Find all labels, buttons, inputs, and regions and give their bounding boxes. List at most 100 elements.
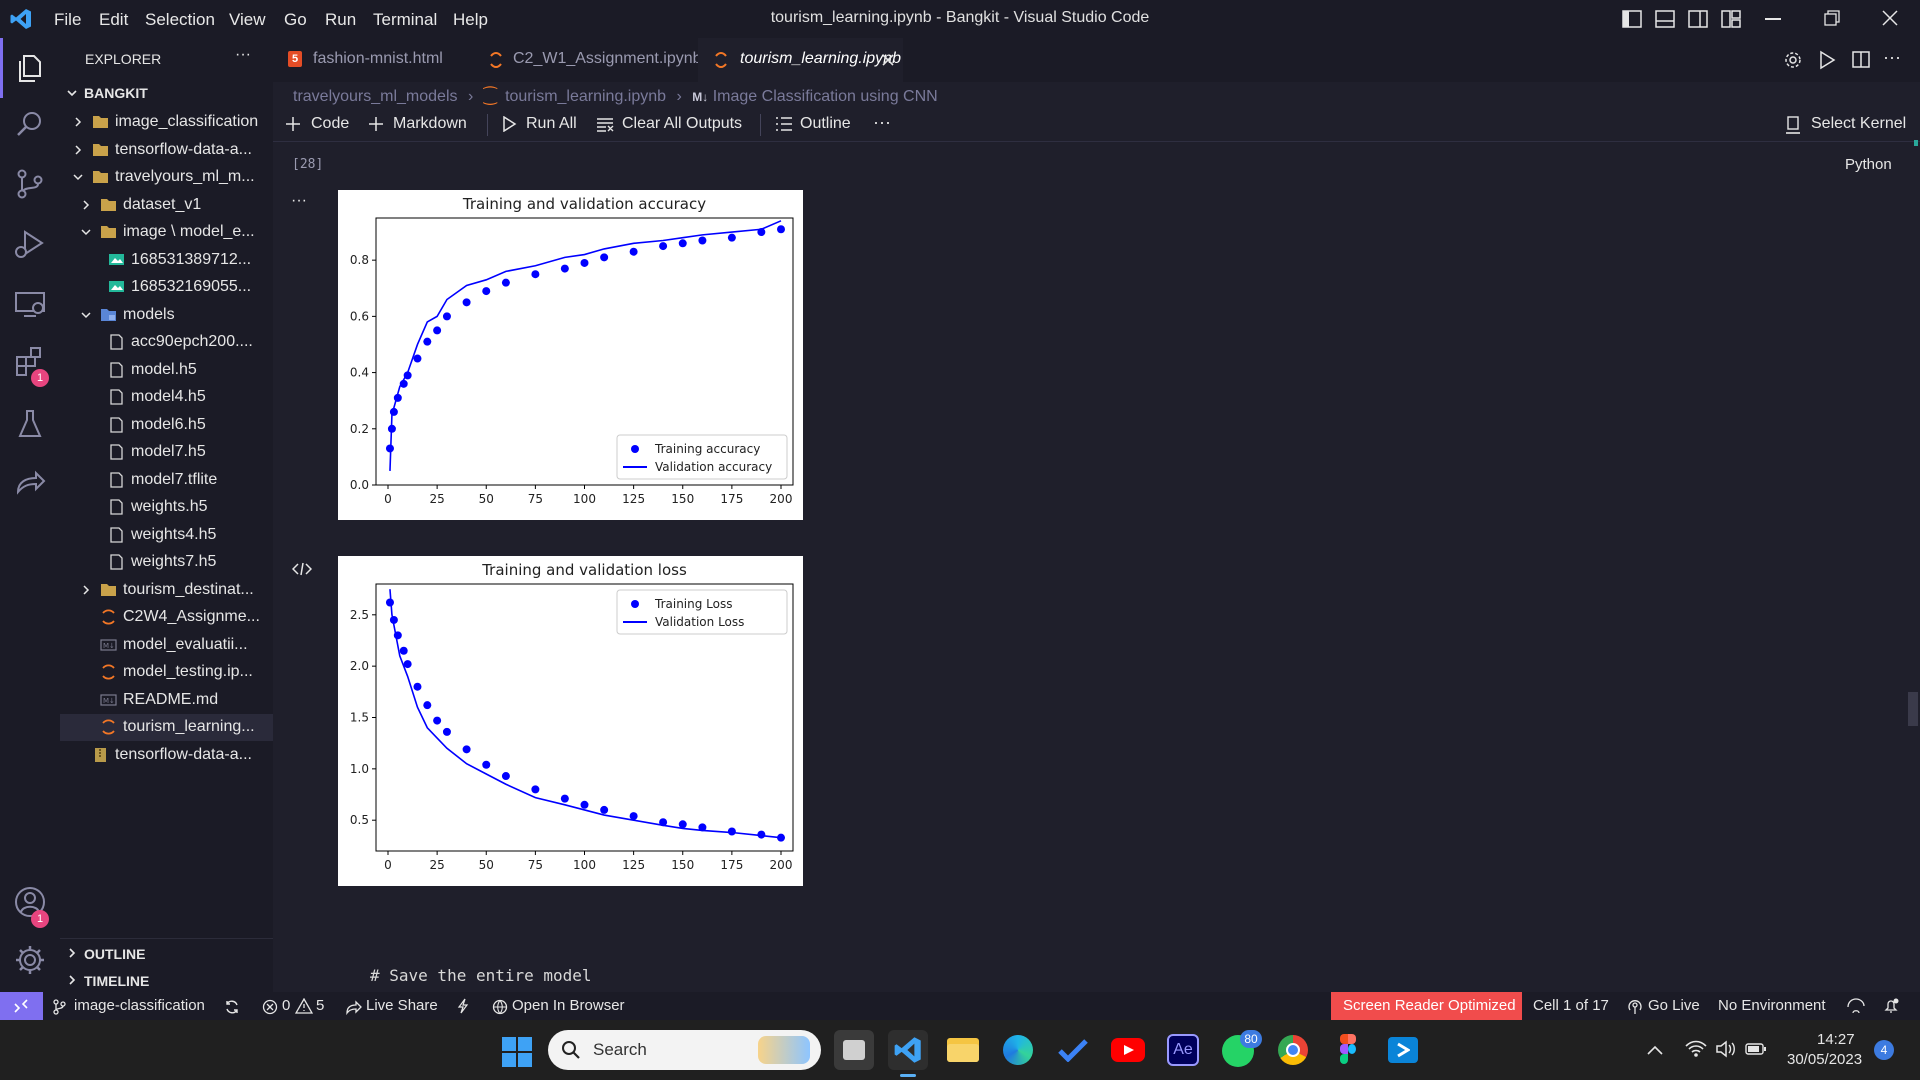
chevron-down-icon[interactable] [80,309,92,321]
breadcrumb-file[interactable]: tourism_learning.ipynb [505,88,666,105]
warning-count[interactable]: 5 [316,997,324,1014]
clock-date[interactable]: 30/05/2023 [1787,1051,1862,1068]
tree-item[interactable]: C2W4_Assignme... [60,604,273,631]
branch-name[interactable]: image-classification [74,997,205,1014]
code-output-icon[interactable] [292,561,312,577]
tree-item[interactable]: image_classification [60,109,273,136]
whatsapp-icon[interactable]: 80 [1218,1030,1262,1070]
tree-item[interactable]: 168532169055... [60,274,273,301]
chevron-down-icon[interactable] [80,226,92,238]
screen-reader-mode[interactable]: Screen Reader Optimized [1331,992,1522,1020]
tree-item[interactable]: model4.h5 [60,384,273,411]
sync-icon[interactable] [224,999,240,1015]
tree-item[interactable]: model6.h5 [60,412,273,439]
outline-section[interactable]: OUTLINE [60,942,273,964]
tree-item[interactable]: model7.h5 [60,439,273,466]
show-hidden-icons-icon[interactable] [1647,1045,1663,1055]
output-more-icon[interactable]: ··· [291,192,307,210]
tree-item[interactable]: travelyours_ml_m... [60,164,273,191]
remote-desktop-icon[interactable] [1383,1030,1423,1070]
testing-icon[interactable] [12,406,48,442]
tree-item[interactable]: 168531389712... [60,247,273,274]
settings-gear-icon[interactable] [12,942,48,978]
error-count[interactable]: 0 [282,997,290,1014]
close-window-icon[interactable] [1882,10,1898,26]
cell-language[interactable]: Python [1845,156,1892,173]
go-live-button[interactable]: Go Live [1648,997,1700,1014]
files-icon[interactable] [12,50,48,86]
youtube-icon[interactable] [1108,1030,1148,1070]
live-share-icon[interactable] [12,466,48,502]
battery-icon[interactable] [1745,1041,1767,1057]
tree-item[interactable]: M↓ README.md [60,687,273,714]
breadcrumb-folder[interactable]: travelyours_ml_models [293,88,458,105]
toggle-secondary-sidebar-icon[interactable] [1688,10,1708,28]
tree-item[interactable]: model7.tflite [60,467,273,494]
chevron-right-icon[interactable] [80,199,92,211]
notifications-bell-icon[interactable] [1883,998,1899,1014]
scrollbar-thumb[interactable] [1908,692,1918,726]
task-view-icon[interactable] [834,1030,874,1070]
workspace-root[interactable]: BANGKIT [60,82,273,104]
customize-layout-icon[interactable] [1721,10,1741,28]
feedback-icon[interactable] [1847,998,1865,1014]
tree-item[interactable]: models [60,302,273,329]
tree-item[interactable]: tensorflow-data-a... [60,137,273,164]
todo-icon[interactable] [1053,1030,1093,1070]
more-actions-icon[interactable]: ··· [1883,47,1901,68]
open-in-browser-button[interactable]: Open In Browser [512,997,625,1014]
edge-icon[interactable] [998,1030,1038,1070]
toolbar-more-icon[interactable]: ··· [873,112,891,133]
start-icon[interactable] [502,1037,532,1067]
chevron-right-icon[interactable] [72,144,84,156]
run-icon[interactable] [1818,50,1836,70]
tree-item[interactable]: image \ model_e... [60,219,273,246]
tree-item[interactable]: weights7.h5 [60,549,273,576]
chevron-right-icon[interactable] [72,116,84,128]
tree-item[interactable]: dataset_v1 [60,192,273,219]
tree-item[interactable]: model.h5 [60,357,273,384]
tree-item[interactable]: weights4.h5 [60,522,273,549]
taskbar-search-box[interactable]: Search [548,1030,821,1070]
close-tab-icon[interactable] [881,53,895,67]
source-control-icon[interactable] [12,166,48,202]
vscode-taskbar-icon[interactable] [888,1030,928,1077]
tree-item[interactable]: tourism_destinat... [60,577,273,604]
file-explorer-icon[interactable] [943,1030,983,1070]
live-share-button[interactable]: Live Share [366,997,438,1014]
chevron-right-icon[interactable] [80,584,92,596]
cell-position[interactable]: Cell 1 of 17 [1533,997,1609,1014]
tree-item[interactable]: tensorflow-data-a... [60,742,273,769]
tab-c2w1-assignment[interactable]: C2_W1_Assignment.ipynb [473,38,702,82]
tree-item[interactable]: tourism_learning... [60,714,273,741]
notification-count-badge[interactable]: 4 [1874,1040,1894,1060]
tree-item[interactable]: M↓ model_evaluatii... [60,632,273,659]
remote-indicator[interactable] [0,992,43,1020]
notebook-settings-icon[interactable] [1783,50,1803,70]
tree-item[interactable]: model_testing.ip... [60,659,273,686]
toggle-primary-sidebar-icon[interactable] [1622,10,1642,28]
tree-item[interactable]: weights.h5 [60,494,273,521]
split-editor-icon[interactable] [1851,50,1871,70]
wifi-icon[interactable] [1685,1040,1707,1058]
python-environment[interactable]: No Environment [1718,997,1826,1014]
explorer-more-icon[interactable]: ··· [235,46,251,64]
tree-item[interactable]: acc90epch200.... [60,329,273,356]
lightning-icon[interactable] [457,998,469,1014]
run-debug-icon[interactable] [12,226,48,262]
remote-explorer-icon[interactable] [12,286,48,322]
toggle-panel-icon[interactable] [1655,10,1675,28]
minimize-icon[interactable] [1765,18,1781,20]
next-cell-code[interactable]: # Save the entire model [370,966,592,985]
search-icon[interactable] [12,106,48,142]
chrome-icon[interactable] [1273,1030,1313,1070]
restore-icon[interactable] [1824,10,1840,26]
tab-fashion-mnist[interactable]: 5 fashion-mnist.html [273,38,473,82]
timeline-section[interactable]: TIMELINE [60,969,273,991]
tab-tourism-learning[interactable]: tourism_learning.ipynb [698,38,903,82]
figma-icon[interactable] [1328,1030,1368,1070]
after-effects-icon[interactable]: Ae [1163,1030,1203,1070]
chevron-down-icon[interactable] [72,171,84,183]
breadcrumb-heading[interactable]: Image Classification using CNN [713,88,938,105]
volume-icon[interactable] [1715,1040,1737,1058]
